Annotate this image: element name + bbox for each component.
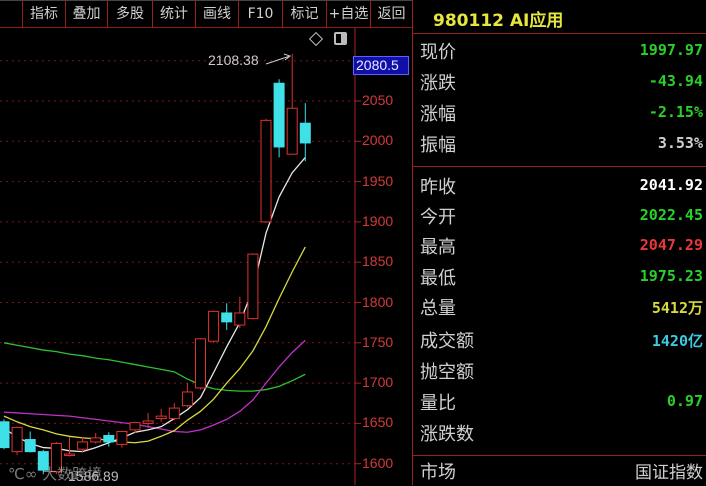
quote-row: 涨跌 -43.94 xyxy=(413,66,706,97)
quote-row: 振幅 3.53% xyxy=(413,128,706,159)
candle-down xyxy=(103,434,115,443)
ma-line-ma5 xyxy=(3,156,306,453)
quote-value: 1997.97 xyxy=(639,41,703,59)
candle-up xyxy=(90,437,102,443)
quote-row: 涨跌数 xyxy=(413,417,706,448)
candle-down xyxy=(24,439,36,453)
candle-up xyxy=(286,107,298,155)
quote-label: 振幅 xyxy=(420,135,456,156)
y-axis-tick-label: 1600 xyxy=(362,454,394,471)
quote-row: 今开 2022.45 xyxy=(413,200,706,231)
chart-canvas[interactable] xyxy=(0,0,412,485)
quote-value: -43.94 xyxy=(648,72,703,90)
y-axis-tick-label: 1950 xyxy=(362,172,394,189)
candle-up xyxy=(247,253,259,320)
panel-toggle-icon[interactable] xyxy=(334,32,347,45)
quote-value: 2047.29 xyxy=(639,236,703,254)
y-axis-tick-label: 1800 xyxy=(362,293,394,310)
candle-up xyxy=(129,422,141,431)
quote-label: 最低 xyxy=(420,268,456,289)
quote-label: 总量 xyxy=(420,298,456,319)
divider xyxy=(413,33,706,34)
quote-value: 1975.23 xyxy=(639,267,703,285)
market-label: 市场 xyxy=(420,462,456,483)
quote-value: 2041.92 xyxy=(639,176,703,194)
candle-up xyxy=(64,453,75,457)
quote-label: 昨收 xyxy=(420,177,456,198)
market-row: 市场 国证指数 xyxy=(413,455,706,486)
quote-row: 涨幅 -2.15% xyxy=(413,97,706,128)
candle-up xyxy=(116,430,128,445)
quote-label: 量比 xyxy=(420,393,456,414)
quote-row: 量比 0.97 xyxy=(413,386,706,417)
quote-label: 抛空额 xyxy=(420,362,474,383)
quote-label: 最高 xyxy=(420,237,456,258)
candle-up xyxy=(168,407,180,420)
quote-label: 涨幅 xyxy=(420,104,456,125)
candle-up xyxy=(234,312,246,326)
y-axis-tick-label: 1700 xyxy=(362,374,394,391)
y-axis-tick-label: 2000 xyxy=(362,132,394,149)
quote-label: 今开 xyxy=(420,207,456,228)
candle-up xyxy=(195,338,206,389)
candle-down xyxy=(299,122,311,144)
quote-label: 现价 xyxy=(420,42,456,63)
security-title: 980112 AI应用 xyxy=(433,11,564,31)
candle-up xyxy=(260,119,272,223)
candle-down xyxy=(273,82,285,148)
quote-value: 3.53% xyxy=(657,134,703,152)
quote-row: 成交额 1420亿 xyxy=(413,324,706,355)
y-axis-tick-label: 1650 xyxy=(362,414,394,431)
candle-down xyxy=(0,421,10,449)
market-value: 国证指数 xyxy=(635,463,703,483)
period-low-label: 1586.89 xyxy=(68,468,119,484)
quote-row: 现价 1997.97 xyxy=(413,35,706,66)
ma-line-ma10 xyxy=(3,246,306,444)
y-axis-tick-label: 1900 xyxy=(362,212,394,229)
quote-value: 0.97 xyxy=(666,392,703,410)
quote-row: 最低 1975.23 xyxy=(413,261,706,292)
y-axis-tick-label: 1850 xyxy=(362,253,394,270)
quote-value: 2022.45 xyxy=(639,206,703,224)
candle-up xyxy=(208,310,220,342)
quote-label: 涨跌 xyxy=(420,73,456,94)
candle-up xyxy=(155,415,167,420)
current-price-axis-label: 2080.5 xyxy=(353,56,409,75)
candle-up xyxy=(142,420,154,424)
ma-line-ma60 xyxy=(3,342,306,392)
quote-label: 成交额 xyxy=(420,331,474,352)
candle-up xyxy=(77,441,89,450)
candle-up xyxy=(181,391,193,407)
watermark-logo-icon: ℃∞ xyxy=(8,465,43,483)
high-arrow-icon xyxy=(265,53,292,65)
candle-down xyxy=(221,312,233,323)
candlestick-chart[interactable]: 2050 2000 1950 1900 1850 1800 1750 1700 1650 1600 xyxy=(0,28,412,485)
divider xyxy=(413,166,706,167)
quote-row: 昨收 2041.92 xyxy=(413,170,706,201)
quote-panel: 980112 AI应用 现价 1997.97 涨跌 -43.94 涨幅 -2.15% 振幅 3… xyxy=(412,0,706,485)
quote-row: 抛空额 xyxy=(413,355,706,386)
quote-value: 5412万 xyxy=(651,299,703,317)
y-axis-tick-label: 1750 xyxy=(362,333,394,350)
quote-value: -2.15% xyxy=(648,103,703,121)
y-axis-tick-label: 2050 xyxy=(362,92,394,108)
quote-row: 总量 5412万 xyxy=(413,291,706,322)
quote-row: 最高 2047.29 xyxy=(413,230,706,261)
quote-value: 1420亿 xyxy=(651,332,703,350)
ma-line-ma20 xyxy=(3,339,306,433)
candle-up xyxy=(11,426,23,453)
quote-label: 涨跌数 xyxy=(420,424,474,445)
period-high-label: 2108.38 xyxy=(208,52,259,68)
